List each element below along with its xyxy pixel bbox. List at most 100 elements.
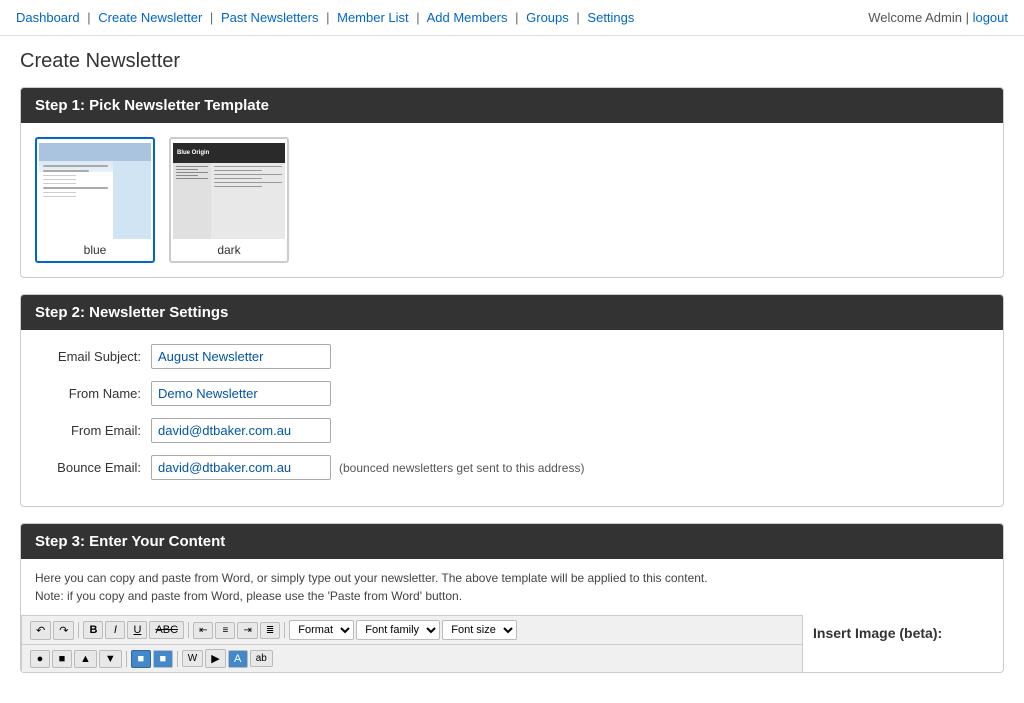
nav-dashboard[interactable]: Dashboard (16, 10, 80, 25)
toolbar-sep-3 (284, 622, 285, 638)
redo-button[interactable]: ↷ (53, 621, 74, 640)
step3-note: Here you can copy and paste from Word, o… (21, 559, 1003, 615)
strikethrough-button[interactable]: ABC (149, 621, 184, 639)
dm-line-5 (214, 182, 282, 183)
insert-image-box: Insert Image (beta): (803, 615, 1003, 672)
nav-add-members[interactable]: Add Members (427, 10, 508, 25)
dm-line-1 (214, 166, 282, 167)
nav-sep-5: | (515, 10, 518, 25)
tpl-dark-title: Blue Origin (177, 150, 209, 156)
nav-sep-4: | (416, 10, 419, 25)
nav-sep-3: | (326, 10, 329, 25)
toolbar-btn-3[interactable]: ▲ (74, 650, 97, 668)
d-line-4 (176, 175, 198, 176)
bounce-email-input[interactable] (151, 455, 331, 480)
bounce-email-row: Bounce Email: (bounced newsletters get s… (41, 455, 983, 480)
toolbar-btn-ab[interactable]: ab (250, 650, 273, 667)
toolbar-btn-blue1[interactable]: ■ (131, 650, 151, 668)
from-name-label: From Name: (41, 386, 151, 401)
bounce-note: (bounced newsletters get sent to this ad… (339, 461, 584, 475)
toolbar-btn-word[interactable]: W (182, 650, 203, 667)
font-family-select[interactable]: Font family (356, 620, 440, 640)
settings-form: Email Subject: From Name: From Email: Bo… (21, 330, 1003, 506)
toolbar-btn-5[interactable]: ▶ (205, 649, 225, 668)
from-email-input[interactable] (151, 418, 331, 443)
template-dark-label: dark (217, 243, 240, 257)
align-left-button[interactable]: ⇤ (193, 622, 213, 639)
welcome-area: Welcome Admin | logout (868, 10, 1008, 25)
template-dark[interactable]: Blue Origin (169, 137, 289, 263)
from-email-label: From Email: (41, 423, 151, 438)
main-content: Create Newsletter Step 1: Pick Newslette… (0, 36, 1024, 703)
email-subject-input[interactable] (151, 344, 331, 369)
d-line-5 (176, 178, 208, 179)
page-title: Create Newsletter (20, 50, 1004, 73)
tpl-line-2 (43, 170, 89, 172)
nav-groups[interactable]: Groups (526, 10, 569, 25)
nav-sep-6: | (576, 10, 579, 25)
step2-block: Step 2: Newsletter Settings Email Subjec… (20, 294, 1004, 507)
top-bar: Dashboard | Create Newsletter | Past New… (0, 0, 1024, 36)
toolbar-btn-2[interactable]: ■ (52, 650, 72, 668)
template-blue[interactable]: blue (35, 137, 155, 263)
format-select[interactable]: Format (289, 620, 354, 640)
bounce-email-label: Bounce Email: (41, 460, 151, 475)
tpl-line-3 (43, 175, 76, 176)
template-blue-inner (39, 143, 151, 239)
from-email-row: From Email: (41, 418, 983, 443)
step3-block: Step 3: Enter Your Content Here you can … (20, 523, 1004, 673)
tpl-dark-header: Blue Origin (173, 143, 285, 163)
tpl-dark-sidebar-col (173, 163, 211, 239)
nav-past-newsletters[interactable]: Past Newsletters (221, 10, 319, 25)
editor-col: ↶ ↷ B I U ABC ⇤ ≡ ⇥ ≣ Format (21, 615, 803, 672)
toolbar-btn-A[interactable]: A (228, 650, 248, 668)
step1-header: Step 1: Pick Newsletter Template (21, 88, 1003, 123)
toolbar-sep-2 (188, 622, 189, 638)
tpl-blue-main (43, 165, 108, 235)
email-subject-row: Email Subject: (41, 344, 983, 369)
template-blue-label: blue (84, 243, 107, 257)
editor-toolbar-row2: ● ■ ▲ ▼ ■ ■ W ▶ A ab (21, 644, 803, 672)
toolbar-sep-1 (78, 622, 79, 638)
dm-line-4 (214, 178, 262, 179)
tpl-line-7 (43, 192, 76, 193)
italic-button[interactable]: I (105, 621, 125, 639)
tpl-blue-header (39, 143, 151, 161)
font-size-select[interactable]: Font size (442, 620, 517, 640)
underline-button[interactable]: U (127, 621, 147, 639)
step3-note-line2: Note: if you copy and paste from Word, p… (35, 587, 989, 605)
step3-header: Step 3: Enter Your Content (21, 524, 1003, 559)
from-name-input[interactable] (151, 381, 331, 406)
dm-line-3 (214, 174, 282, 175)
templates-container: blue Blue Origin (21, 123, 1003, 277)
from-name-row: From Name: (41, 381, 983, 406)
template-blue-preview (39, 143, 151, 239)
toolbar-sep-5 (177, 651, 178, 667)
tpl-blue-sidebar (113, 161, 151, 239)
tpl-dark-body (173, 163, 285, 239)
nav-settings[interactable]: Settings (587, 10, 634, 25)
align-justify-button[interactable]: ≣ (260, 622, 280, 639)
align-right-button[interactable]: ⇥ (237, 622, 257, 639)
tpl-line-8 (43, 196, 76, 197)
toolbar-btn-blue2[interactable]: ■ (153, 650, 173, 668)
d-line-3 (176, 172, 208, 173)
dm-line-6 (214, 186, 262, 187)
step3-note-line1: Here you can copy and paste from Word, o… (35, 569, 989, 587)
nav-sep-1: | (87, 10, 90, 25)
tpl-line-1 (43, 165, 108, 167)
nav-links: Dashboard | Create Newsletter | Past New… (16, 10, 634, 25)
logout-link[interactable]: logout (973, 10, 1008, 25)
toolbar-btn-1[interactable]: ● (30, 650, 50, 668)
dm-line-2 (214, 170, 262, 171)
bold-button[interactable]: B (83, 621, 103, 639)
insert-image-title: Insert Image (beta): (813, 625, 993, 641)
nav-member-list[interactable]: Member List (337, 10, 409, 25)
align-center-button[interactable]: ≡ (215, 622, 235, 639)
undo-button[interactable]: ↶ (30, 621, 51, 640)
d-line-1 (176, 166, 208, 167)
nav-create-newsletter[interactable]: Create Newsletter (98, 10, 202, 25)
toolbar-btn-4[interactable]: ▼ (99, 650, 122, 668)
step3-editor-area: ↶ ↷ B I U ABC ⇤ ≡ ⇥ ≣ Format (21, 615, 1003, 672)
tpl-dark-main-col (211, 163, 285, 239)
